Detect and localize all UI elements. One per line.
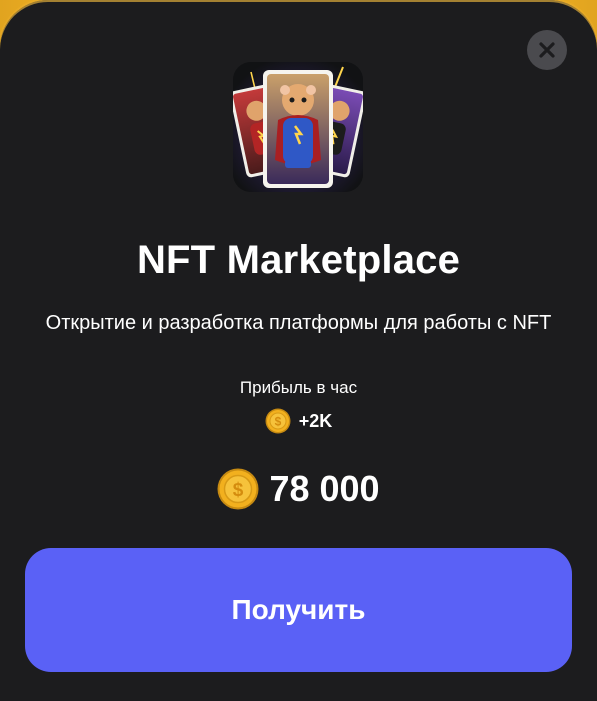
get-button[interactable]: Получить (25, 548, 572, 672)
price-value: 78 000 (269, 468, 380, 509)
page-title: NFT Marketplace (136, 238, 461, 282)
bottom-sheet: NFT Marketplace Открытие и разработка пл… (0, 0, 597, 701)
get-button-label: Получить (231, 594, 366, 625)
coin-icon: $ (217, 468, 259, 510)
price: $ 78 000 (0, 466, 597, 512)
description-text: Открытие и разработка платформы для рабо… (45, 312, 552, 334)
coin-icon: $ (265, 408, 291, 434)
profit-per-hour: $ +2K (0, 406, 597, 436)
close-icon (539, 42, 555, 58)
nft-cards-image (233, 62, 363, 192)
svg-text:$: $ (274, 415, 281, 429)
profit-value: +2K (298, 410, 333, 431)
profit-per-hour-label: Прибыль в час (239, 378, 358, 397)
svg-text:$: $ (233, 480, 244, 501)
close-button[interactable] (527, 30, 567, 70)
